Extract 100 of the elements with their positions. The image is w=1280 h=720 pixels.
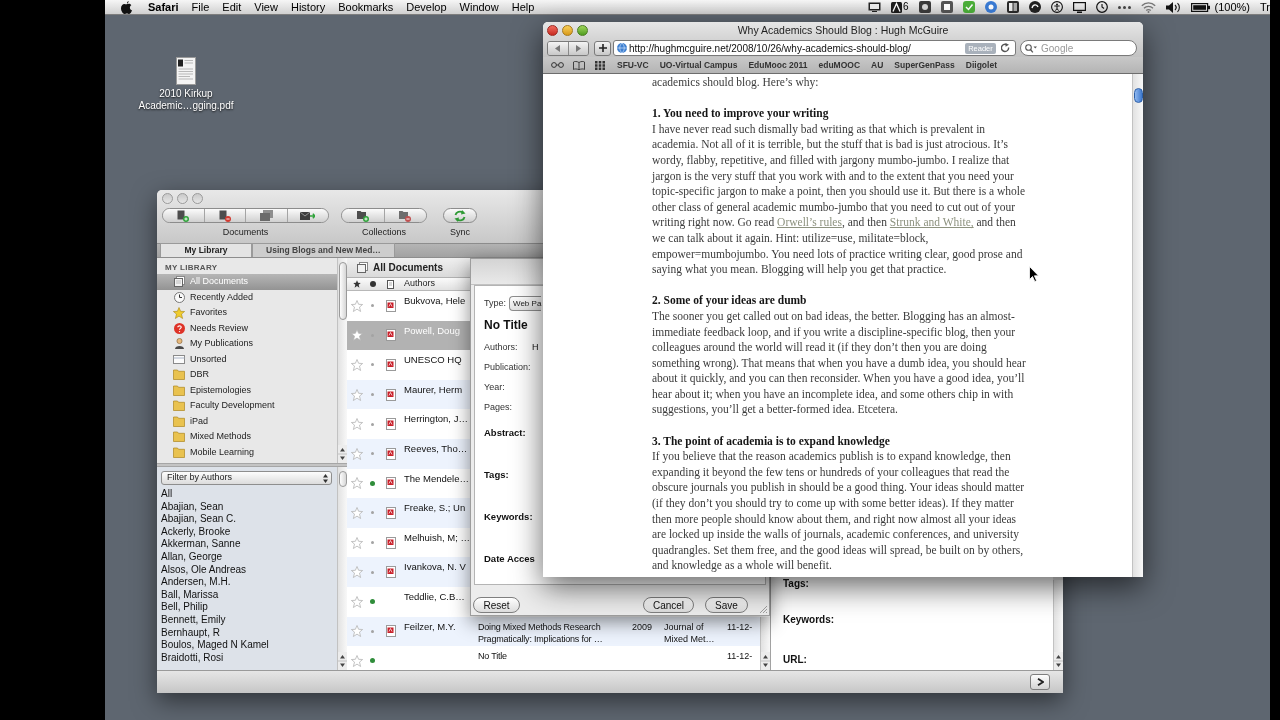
- pdf-file-icon[interactable]: [385, 388, 396, 401]
- sidebar-item[interactable]: Needs Review: [157, 320, 337, 336]
- sidebar-item[interactable]: DBR: [157, 367, 337, 383]
- battery-icon[interactable]: [1190, 2, 1210, 12]
- author-list-item[interactable]: Bell, Philip: [161, 601, 337, 614]
- menu-bar-text[interactable]: Tr: [1260, 0, 1270, 14]
- star-outline-icon[interactable]: [351, 625, 363, 638]
- battery-percentage[interactable]: (100%): [1214, 0, 1250, 14]
- toolbar-button[interactable]: [342, 209, 384, 222]
- star-outline-icon[interactable]: [351, 359, 363, 371]
- scrollbar-thumb[interactable]: [338, 262, 347, 320]
- author-list-item[interactable]: Braidotti, Rosi: [161, 651, 337, 665]
- accessibility-icon[interactable]: [1050, 1, 1063, 13]
- bookmark-link[interactable]: UO-Virtual Campus: [659, 58, 738, 72]
- sidebar-item[interactable]: Recently Added: [157, 289, 337, 305]
- author-list-item[interactable]: Abajian, Sean C.: [161, 513, 337, 526]
- grid-icon[interactable]: [595, 60, 605, 70]
- toolbar-button[interactable]: [286, 209, 328, 222]
- search-field[interactable]: Google: [1020, 40, 1137, 57]
- clock-icon[interactable]: [1095, 1, 1108, 13]
- apple-icon[interactable]: [121, 0, 132, 14]
- next-button[interactable]: [1030, 674, 1050, 690]
- pdf-file-icon[interactable]: [385, 506, 396, 519]
- author-list-item[interactable]: Allan, George: [161, 550, 337, 564]
- star-outline-icon[interactable]: [351, 506, 363, 519]
- sidebar-item[interactable]: Epistemologies: [157, 382, 337, 398]
- sidebar-item[interactable]: Unsorted: [157, 351, 337, 367]
- forward-button[interactable]: [567, 42, 588, 55]
- bookmark-link[interactable]: SFU-VC: [617, 58, 649, 72]
- menu-item[interactable]: View: [254, 0, 278, 14]
- author-list-item[interactable]: Abajian, Sean: [161, 500, 337, 514]
- author-list-item[interactable]: Bennett, Emily: [161, 613, 337, 627]
- toolbar-button[interactable]: [245, 209, 287, 222]
- type-dropdown[interactable]: Web Pa: [509, 296, 541, 311]
- author-list-item[interactable]: Andersen, M.H.: [161, 576, 337, 589]
- app-menu[interactable]: Safari: [148, 0, 179, 14]
- scroll-arrows-icon[interactable]: [1054, 652, 1063, 670]
- reload-icon[interactable]: [1001, 43, 1010, 54]
- menu-item[interactable]: File: [191, 0, 210, 14]
- tab[interactable]: Using Blogs and New Med…: [252, 243, 395, 257]
- star-icon[interactable]: [353, 280, 361, 288]
- monitor-icon[interactable]: [1072, 1, 1086, 13]
- filter-dropdown[interactable]: Filter by Authors: [161, 471, 332, 485]
- close-button[interactable]: [547, 25, 558, 37]
- scroll-arrows-icon[interactable]: [338, 445, 347, 463]
- sidebar-item[interactable]: Favorites: [157, 305, 337, 321]
- author-list-item[interactable]: Ackerly, Brooke: [161, 525, 337, 539]
- resize-grip-icon[interactable]: [760, 606, 767, 613]
- bookmark-link[interactable]: EduMooc 2011: [748, 58, 808, 72]
- scrollbar-thumb[interactable]: [338, 471, 347, 487]
- zoom-button[interactable]: [577, 25, 588, 37]
- sidebar-item[interactable]: Faculty Development: [157, 398, 337, 414]
- cancel-button[interactable]: Cancel: [643, 597, 694, 613]
- scroll-arrows-icon[interactable]: [338, 652, 347, 670]
- pdf-file-icon[interactable]: [385, 299, 396, 312]
- bookmark-link[interactable]: Diigolet: [965, 58, 997, 72]
- author-list-item[interactable]: Alsos, Ole Andreas: [161, 563, 337, 577]
- star-outline-icon[interactable]: [351, 536, 363, 549]
- speaker-icon[interactable]: [1165, 1, 1181, 13]
- toolbar-button[interactable]: [383, 209, 426, 222]
- save-button[interactable]: Save: [705, 597, 748, 613]
- pdf-file-icon[interactable]: [385, 477, 396, 490]
- author-list-item[interactable]: All: [161, 488, 337, 501]
- table-row[interactable]: Feilzer, M.Y. Doing Mixed Methods Research Pragmatically: Implications for … 2009 Journal of Mixed Met… 11-12-: [347, 616, 760, 647]
- app-icon[interactable]: [1006, 1, 1019, 13]
- document-icon[interactable]: [387, 279, 394, 289]
- pdf-file-icon[interactable]: [385, 536, 396, 549]
- bookmark-link[interactable]: AU: [871, 58, 884, 72]
- author-list-item[interactable]: Boulos, Maged N Kamel: [161, 639, 337, 652]
- reset-button[interactable]: Reset: [473, 597, 520, 613]
- document-file-icon[interactable]: [176, 57, 196, 85]
- toolbar-button[interactable]: [203, 209, 245, 222]
- star-outline-icon[interactable]: [351, 299, 363, 312]
- author-list-item[interactable]: Bernhaupt, R: [161, 626, 337, 640]
- star-outline-icon[interactable]: [351, 654, 363, 667]
- bookmark-link[interactable]: eduMOOC: [818, 58, 861, 72]
- book-icon[interactable]: [573, 60, 585, 70]
- column-header[interactable]: Authors: [404, 277, 436, 291]
- scroll-arrows-icon[interactable]: [761, 652, 770, 670]
- pdf-file-icon[interactable]: [385, 566, 396, 579]
- star-outline-icon[interactable]: [351, 566, 363, 579]
- star-outline-icon[interactable]: [351, 447, 363, 460]
- star-outline-icon[interactable]: [351, 329, 363, 342]
- pdf-file-icon[interactable]: [385, 447, 396, 460]
- dot-icon[interactable]: [369, 281, 376, 287]
- app-icon[interactable]: [918, 1, 931, 13]
- sidebar-item[interactable]: My Publications: [157, 336, 337, 352]
- pdf-file-icon[interactable]: [385, 329, 396, 342]
- menu-item[interactable]: Window: [459, 0, 499, 14]
- app-icon[interactable]: [891, 1, 902, 13]
- glasses-icon[interactable]: [551, 62, 564, 69]
- star-outline-icon[interactable]: [351, 477, 363, 490]
- sidebar-item[interactable]: Mixed Methods: [157, 429, 337, 445]
- menu-item[interactable]: Bookmarks: [338, 0, 394, 14]
- menu-item[interactable]: History: [290, 0, 326, 14]
- tab[interactable]: My Library: [160, 243, 252, 257]
- sidebar-item[interactable]: Mobile Learning: [157, 444, 337, 460]
- menu-item[interactable]: Edit: [222, 0, 242, 14]
- sidebar-item[interactable]: iPad: [157, 413, 337, 429]
- back-button[interactable]: [548, 42, 568, 55]
